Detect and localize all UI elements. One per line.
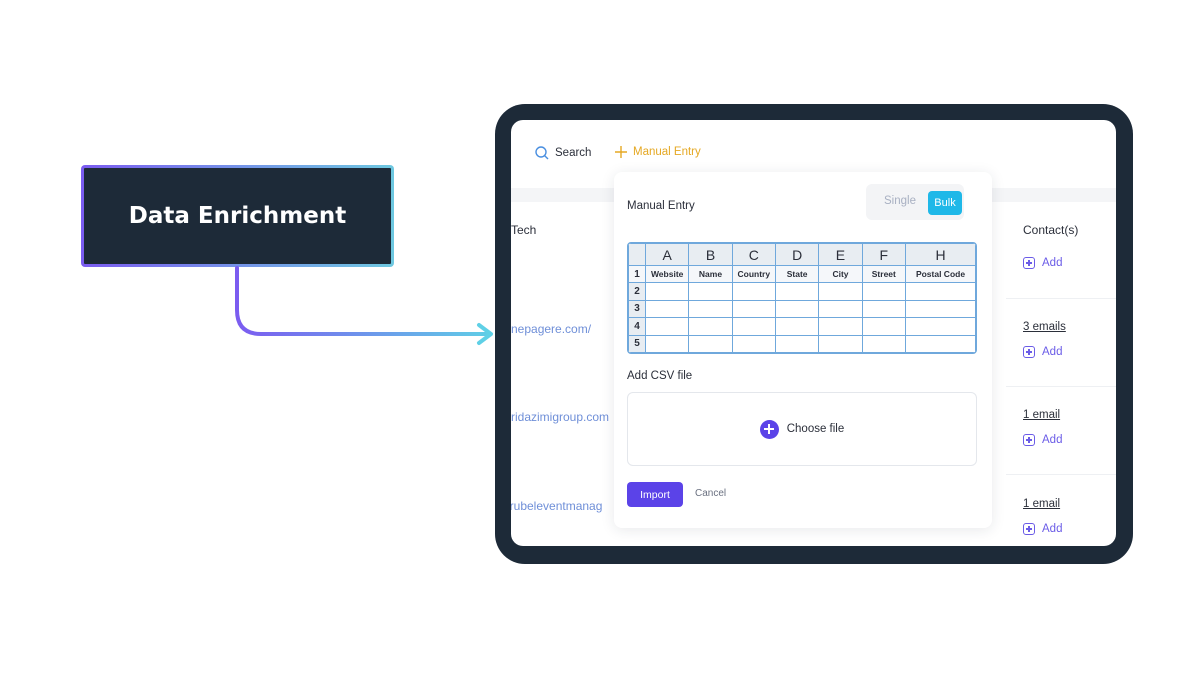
add-icon [1023, 434, 1035, 446]
sheet-cell[interactable] [774, 317, 820, 336]
choose-file-label: Choose file [786, 423, 845, 435]
nav-manual-entry-label: Manual Entry [633, 146, 701, 158]
sheet-cell[interactable] [644, 317, 690, 336]
sheet-cell[interactable] [688, 334, 733, 353]
search-icon [535, 146, 549, 160]
sheet-cell[interactable] [905, 282, 976, 301]
sheet-field: Country [731, 264, 776, 284]
csv-drop-zone[interactable]: Choose file [627, 392, 977, 466]
sheet-cell[interactable] [774, 282, 820, 301]
sheet-cell[interactable] [818, 282, 863, 301]
sheet-cell[interactable] [818, 317, 863, 336]
sheet-field: Street [861, 264, 907, 284]
sheet-cell[interactable] [905, 299, 976, 319]
sheet-cell[interactable] [644, 299, 690, 319]
website-link[interactable]: ridazimigroup.com [511, 410, 609, 424]
sheet-cell[interactable] [688, 282, 733, 301]
emails-link[interactable]: 1 email [1023, 498, 1060, 510]
sheet-row-number: 1 [628, 264, 646, 284]
sheet-field: Website [644, 264, 690, 284]
modal-title: Manual Entry [627, 200, 695, 212]
sheet-cell[interactable] [905, 334, 976, 353]
sheet-col-header: D [774, 243, 820, 266]
spreadsheet-preview: A B C D E F H 1 Website Name Country Sta… [627, 242, 977, 354]
website-link[interactable]: /.rubeleventmanag [511, 499, 602, 513]
add-contact-button[interactable]: Add [1023, 523, 1062, 535]
add-label: Add [1042, 257, 1063, 269]
add-icon [1023, 346, 1035, 358]
toggle-single[interactable]: Single [884, 195, 916, 207]
sheet-corner [628, 243, 646, 266]
add-contact-button[interactable]: Add [1023, 346, 1062, 358]
add-label: Add [1042, 346, 1063, 358]
sheet-cell[interactable] [644, 282, 690, 301]
cancel-button[interactable]: Cancel [695, 488, 726, 499]
sheet-row-number: 2 [628, 282, 646, 301]
sheet-cell[interactable] [861, 299, 907, 319]
add-icon [1023, 257, 1035, 269]
add-label: Add [1042, 523, 1063, 535]
sheet-row-number: 5 [628, 334, 646, 353]
emails-link[interactable]: 3 emails [1023, 321, 1066, 333]
sheet-cell[interactable] [818, 299, 863, 319]
nav-manual-entry[interactable]: Manual Entry [615, 146, 701, 158]
sheet-row-number: 4 [628, 317, 646, 336]
row-divider [1006, 474, 1116, 475]
col-header-tech: Tech [511, 223, 537, 237]
sheet-col-header: B [688, 243, 733, 266]
sheet-col-header: A [644, 243, 690, 266]
import-button[interactable]: Import [627, 482, 683, 507]
sheet-cell[interactable] [644, 334, 690, 353]
emails-link[interactable]: 1 email [1023, 409, 1060, 421]
entry-mode-toggle: Single Bulk [866, 184, 964, 220]
sheet-field: Name [688, 264, 733, 284]
sheet-cell[interactable] [861, 282, 907, 301]
row-divider [1006, 386, 1116, 387]
app-screen: s Search Manual Entry Tech Contact(s) Ad… [511, 120, 1116, 546]
add-icon [1023, 523, 1035, 535]
data-enrichment-label: Data Enrichment [81, 165, 394, 267]
manual-entry-modal: Manual Entry Single Bulk A B C D E F H 1… [614, 172, 992, 528]
nav-search[interactable]: Search [535, 146, 591, 160]
sheet-cell[interactable] [818, 334, 863, 353]
sheet-field: Postal Code [905, 264, 976, 284]
sheet-col-header: E [818, 243, 863, 266]
csv-label: Add CSV file [627, 370, 693, 382]
sheet-cell[interactable] [774, 334, 820, 353]
sheet-field: City [818, 264, 863, 284]
sheet-cell[interactable] [731, 334, 776, 353]
add-label: Add [1042, 434, 1063, 446]
add-contact-button[interactable]: Add [1023, 257, 1062, 269]
sheet-col-header: F [861, 243, 907, 266]
data-enrichment-text: Data Enrichment [128, 203, 347, 229]
add-contact-button[interactable]: Add [1023, 434, 1062, 446]
add-file-icon [759, 419, 779, 439]
col-header-contacts: Contact(s) [1023, 223, 1079, 237]
sheet-cell[interactable] [861, 334, 907, 353]
sheet-col-header: H [905, 243, 976, 266]
sheet-cell[interactable] [688, 317, 733, 336]
sheet-cell[interactable] [861, 317, 907, 336]
plus-icon [615, 146, 627, 158]
nav-search-label: Search [555, 147, 592, 159]
sheet-field: State [774, 264, 820, 284]
sheet-cell[interactable] [688, 299, 733, 319]
sheet-col-header: C [731, 243, 776, 266]
sheet-cell[interactable] [731, 317, 776, 336]
sheet-cell[interactable] [905, 317, 976, 336]
row-divider [1006, 298, 1116, 299]
toggle-bulk[interactable]: Bulk [928, 191, 962, 215]
sheet-cell[interactable] [731, 282, 776, 301]
website-link[interactable]: nepagere.com/ [511, 322, 591, 336]
sheet-cell[interactable] [731, 299, 776, 319]
sheet-cell[interactable] [774, 299, 820, 319]
sheet-row-number: 3 [628, 299, 646, 319]
